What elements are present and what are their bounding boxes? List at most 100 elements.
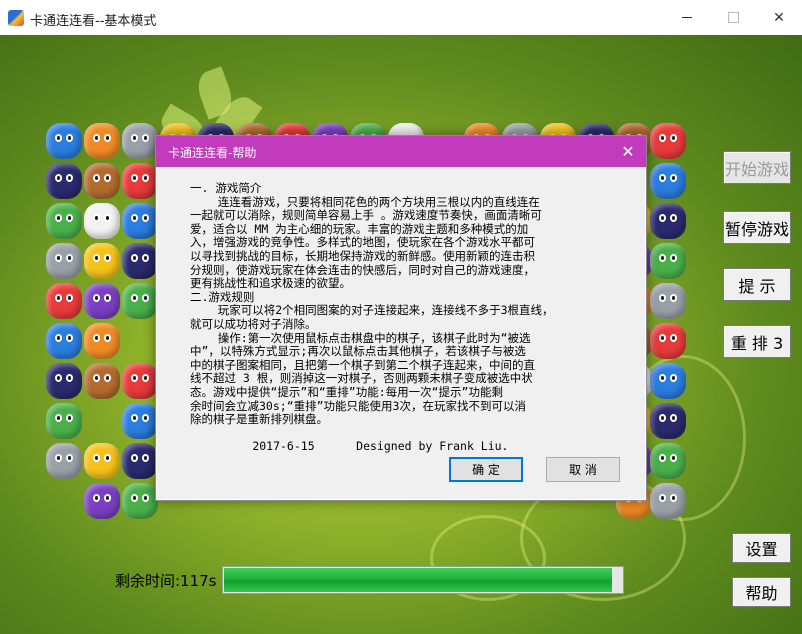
tile-eye (93, 294, 100, 302)
time-progress-bar (222, 566, 624, 594)
help-dialog-body: 一. 游戏简介 连连看游戏，只要将相同花色的两个方块用三根以内的直线连在 一起就… (157, 167, 645, 499)
bird-tile[interactable] (46, 323, 82, 359)
tile-eye (104, 374, 111, 382)
frog-tile[interactable] (122, 283, 158, 319)
help-dialog-close-button[interactable]: ✕ (610, 136, 646, 167)
tile-eye (131, 214, 138, 222)
fairy-tile[interactable] (84, 483, 120, 519)
tile-eye (131, 374, 138, 382)
beetle-tile[interactable] (122, 243, 158, 279)
tile-eye (131, 414, 138, 422)
frog-tile[interactable] (650, 443, 686, 479)
tile-eye (55, 374, 62, 382)
tile-eye (93, 374, 100, 382)
tile-eye (131, 294, 138, 302)
remaining-time-label: 剩余时间:117s (115, 572, 217, 590)
fox-tile[interactable] (650, 123, 686, 159)
tile-eye (670, 454, 677, 462)
maximize-button (710, 0, 756, 35)
monkey-tile[interactable] (84, 163, 120, 199)
tile-eye (93, 214, 100, 222)
fairy-tile[interactable] (84, 283, 120, 319)
tile-eye (659, 414, 666, 422)
fox-tile[interactable] (46, 283, 82, 319)
tile-eye (670, 334, 677, 342)
bird-tile[interactable] (122, 403, 158, 439)
minion-tile[interactable] (84, 243, 120, 279)
orange-tile[interactable] (84, 123, 120, 159)
bird-tile[interactable] (650, 163, 686, 199)
fox-tile[interactable] (650, 323, 686, 359)
tile-eye (66, 454, 73, 462)
tile-eye (670, 374, 677, 382)
minimize-button[interactable] (664, 0, 710, 35)
frog-tile[interactable] (46, 403, 82, 439)
help-text: 一. 游戏简介 连连看游戏，只要将相同花色的两个方块用三根以内的直线连在 一起就… (190, 181, 554, 454)
tile-eye (93, 454, 100, 462)
tile-eye (66, 294, 73, 302)
penguin-tile[interactable] (84, 203, 120, 239)
tile-eye (55, 294, 62, 302)
beetle-tile[interactable] (650, 203, 686, 239)
tile-eye (142, 174, 149, 182)
tile-eye (142, 414, 149, 422)
settings-button[interactable]: 设置 (732, 533, 791, 563)
tile-eye (670, 494, 677, 502)
robot-tile[interactable] (122, 123, 158, 159)
tile-eye (55, 214, 62, 222)
tile-eye (659, 174, 666, 182)
help-dialog-titlebar: 卡通连连看-帮助 ✕ (156, 136, 646, 167)
robot-tile[interactable] (650, 283, 686, 319)
tile-eye (142, 294, 149, 302)
bird-tile[interactable] (46, 123, 82, 159)
tile-eye (66, 374, 73, 382)
tile-eye (55, 414, 62, 422)
tile-eye (66, 254, 73, 262)
shuffle-button[interactable]: 重 排 3 (723, 325, 791, 358)
help-button[interactable]: 帮助 (732, 577, 791, 607)
tile-eye (670, 294, 677, 302)
tile-eye (142, 374, 149, 382)
tile-eye (104, 494, 111, 502)
tile-eye (93, 254, 100, 262)
tile-eye (142, 494, 149, 502)
monkey-tile[interactable] (84, 363, 120, 399)
fox-tile[interactable] (122, 163, 158, 199)
minimize-icon (682, 17, 692, 18)
bird-tile[interactable] (122, 203, 158, 239)
tile-eye (55, 454, 62, 462)
orange-tile[interactable] (84, 323, 120, 359)
start-game-button[interactable]: 开始游戏 (723, 151, 791, 184)
tile-eye (659, 454, 666, 462)
robot-tile[interactable] (46, 243, 82, 279)
tile-eye (104, 174, 111, 182)
ok-button[interactable]: 确 定 (449, 457, 523, 482)
tile-eye (659, 374, 666, 382)
frog-tile[interactable] (122, 483, 158, 519)
fox-tile[interactable] (122, 363, 158, 399)
tile-eye (659, 294, 666, 302)
tile-eye (659, 334, 666, 342)
frog-tile[interactable] (650, 243, 686, 279)
close-button[interactable]: ✕ (756, 0, 802, 35)
beetle-tile[interactable] (122, 443, 158, 479)
frog-tile[interactable] (46, 203, 82, 239)
beetle-tile[interactable] (46, 363, 82, 399)
tile-eye (104, 334, 111, 342)
maximize-icon (727, 12, 739, 23)
minion-tile[interactable] (84, 443, 120, 479)
tile-eye (104, 294, 111, 302)
robot-tile[interactable] (46, 443, 82, 479)
hint-button[interactable]: 提 示 (723, 268, 791, 301)
tile-eye (55, 134, 62, 142)
tile-eye (66, 174, 73, 182)
tile-eye (142, 134, 149, 142)
robot-tile[interactable] (650, 483, 686, 519)
beetle-tile[interactable] (46, 163, 82, 199)
pause-game-button[interactable]: 暂停游戏 (723, 211, 791, 244)
cancel-button[interactable]: 取 消 (546, 457, 620, 482)
tile-eye (131, 454, 138, 462)
beetle-tile[interactable] (650, 403, 686, 439)
help-dialog: 卡通连连看-帮助 ✕ 一. 游戏简介 连连看游戏，只要将相同花色的两个方块用三根… (155, 135, 647, 501)
bird-tile[interactable] (650, 363, 686, 399)
